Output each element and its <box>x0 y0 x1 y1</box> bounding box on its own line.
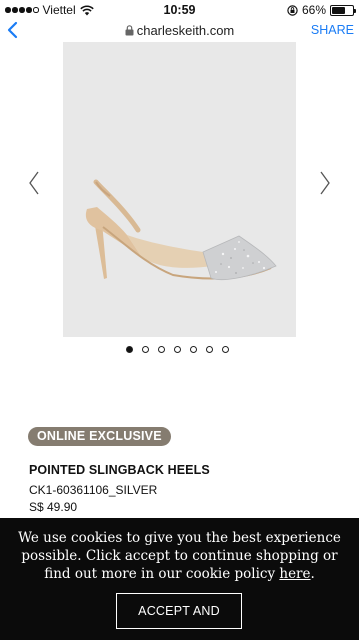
pagination-dot[interactable] <box>206 346 213 353</box>
share-button[interactable]: SHARE <box>311 23 354 37</box>
product-title: POINTED SLINGBACK HEELS <box>29 463 210 477</box>
orientation-lock-icon <box>287 4 298 16</box>
battery-icon <box>330 4 356 16</box>
browser-url-bar: charleskeith.com SHARE <box>0 20 359 42</box>
accept-and-close-button[interactable]: ACCEPT AND CLOSE <box>116 593 242 640</box>
lock-icon <box>125 25 134 36</box>
status-right: 66% <box>287 3 356 17</box>
image-pagination-dots <box>126 346 229 353</box>
status-bar: Viettel 10:59 66% <box>0 0 359 20</box>
online-exclusive-badge: ONLINE EXCLUSIVE <box>28 427 171 446</box>
cookie-policy-link[interactable]: here <box>279 566 310 582</box>
product-sku: CK1-60361106_SILVER <box>29 483 158 497</box>
pagination-dot[interactable] <box>222 346 229 353</box>
pagination-dot[interactable] <box>190 346 197 353</box>
previous-image-arrow-icon[interactable] <box>27 170 41 196</box>
next-image-arrow-icon[interactable] <box>318 170 332 196</box>
cookie-message-end: . <box>310 566 315 582</box>
cookie-message: We use cookies to give you the best expe… <box>8 529 351 583</box>
product-price: S$ 49.90 <box>29 500 78 514</box>
url-display[interactable]: charleskeith.com <box>0 23 359 38</box>
battery-percent: 66% <box>301 3 326 17</box>
pagination-dot[interactable] <box>174 346 181 353</box>
pagination-dot[interactable] <box>158 346 165 353</box>
pagination-dot[interactable] <box>126 346 133 353</box>
product-image[interactable] <box>63 42 296 337</box>
url-text: charleskeith.com <box>136 23 235 38</box>
cookie-banner: We use cookies to give you the best expe… <box>0 518 359 640</box>
pagination-dot[interactable] <box>142 346 149 353</box>
slingback-heel-image <box>85 179 277 281</box>
